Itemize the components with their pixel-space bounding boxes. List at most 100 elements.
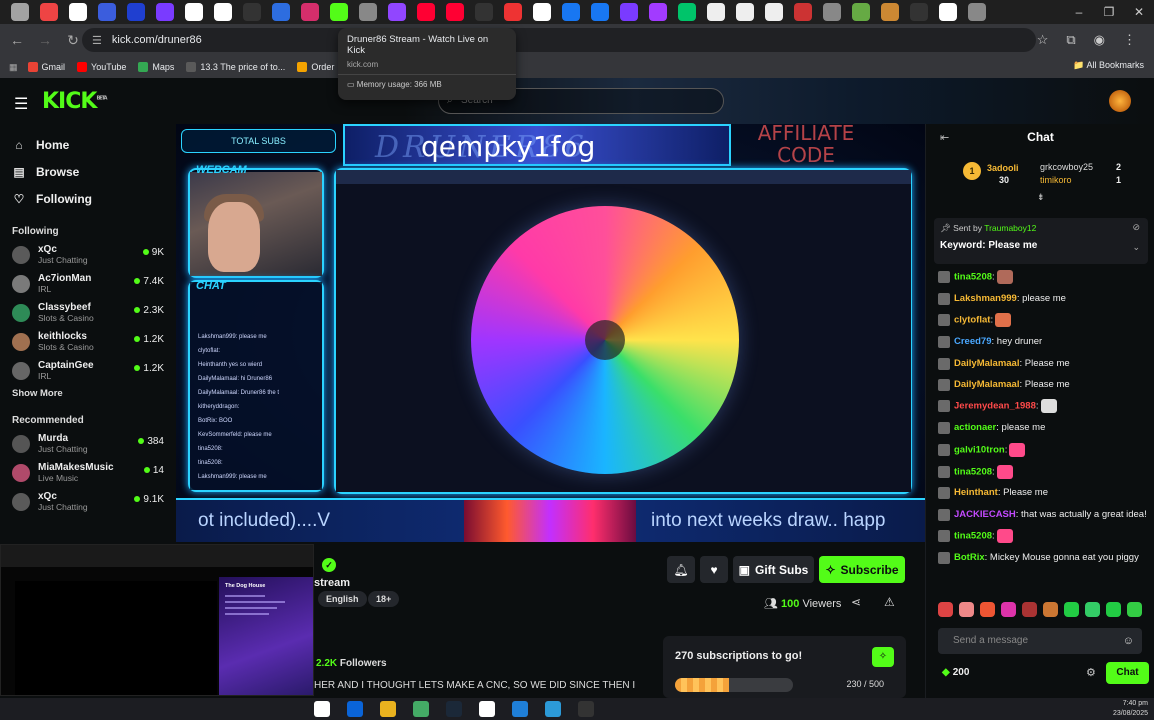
chat-username[interactable]: DailyMalamaal [954,358,1019,369]
kick-logo[interactable]: KICKBETA [42,89,108,114]
sidebar-channel-item[interactable]: CaptainGee IRL 1.2K [0,357,176,386]
nav-following[interactable]: ♡ Following [0,185,176,212]
hide-banner-icon[interactable]: ⊘ [1132,222,1140,233]
browser-tab[interactable] [388,3,406,21]
quick-emote-icon[interactable] [959,602,974,617]
browser-tab[interactable] [678,3,696,21]
site-info-icon[interactable]: ☰ [92,34,102,47]
browser-tab[interactable] [736,3,754,21]
menu-icon[interactable]: ⋮ [1123,32,1136,48]
browser-tab[interactable] [475,3,493,21]
sidebar-channel-item[interactable]: Ac7ionMan IRL 7.4K [0,270,176,299]
bookmark-item[interactable]: 13.3 The price of to... [186,62,285,72]
browser-tab[interactable] [504,3,522,21]
subscribe-button[interactable]: ✧ Subscribe [819,556,905,583]
browser-tab[interactable] [562,3,580,21]
chat-username[interactable]: tina5208 [954,531,992,542]
chat-username[interactable]: Lakshman999 [954,293,1017,304]
taskbar-app-icon[interactable] [347,701,363,717]
browser-tab[interactable] [98,3,116,21]
picture-in-picture-window[interactable]: The Dog House [0,544,314,696]
browser-tab[interactable] [156,3,174,21]
close-window-button[interactable]: ✕ [1124,0,1154,24]
extensions-icon[interactable]: ⧉ [1066,32,1075,48]
sidebar-channel-item[interactable]: keithlocks Slots & Casino 1.2K [0,328,176,357]
browser-tab[interactable] [649,3,667,21]
browser-tab[interactable] [11,3,29,21]
emoji-picker-icon[interactable]: ☺ [1123,628,1134,654]
bookmark-star-icon[interactable]: ☆ [1037,32,1049,48]
quick-emote-icon[interactable] [980,602,995,617]
profile-icon[interactable]: ◉ [1094,32,1105,48]
forward-icon[interactable]: → [34,29,56,51]
chat-username[interactable]: actionaer [954,422,996,433]
maximize-button[interactable]: ❐ [1094,0,1124,24]
quick-emote-icon[interactable] [1064,602,1079,617]
browser-tab[interactable] [243,3,261,21]
reload-icon[interactable]: ↻ [62,29,84,51]
browser-tab[interactable] [968,3,986,21]
browser-tab[interactable] [794,3,812,21]
taskbar-app-icon[interactable] [512,701,528,717]
quick-emote-icon[interactable] [1106,602,1121,617]
browser-tab[interactable] [417,3,435,21]
browser-tab[interactable] [446,3,464,21]
bookmark-item[interactable]: Gmail [27,62,65,72]
chat-settings-gear-icon[interactable]: ⚙ [1086,666,1096,679]
show-more-button[interactable]: Show More [0,388,176,399]
taskbar-app-icon[interactable] [413,701,429,717]
send-chat-button[interactable]: Chat [1106,662,1149,684]
quick-emote-icon[interactable] [1043,602,1058,617]
quick-emote-icon[interactable] [938,602,953,617]
all-bookmarks[interactable]: 📁 All Bookmarks [1073,60,1144,71]
browser-tab[interactable] [765,3,783,21]
chat-username[interactable]: Jeremydean_1988 [954,401,1036,412]
expand-leaderboard-icon[interactable]: ⇟ [1037,192,1045,203]
browser-tab[interactable] [359,3,377,21]
browser-tab[interactable] [185,3,203,21]
browser-tab[interactable] [852,3,870,21]
hamburger-menu-icon[interactable]: ☰ [14,94,28,114]
browser-tab[interactable] [620,3,638,21]
bookmark-item[interactable]: Maps [138,62,174,72]
share-icon[interactable]: ⋖ [851,595,861,609]
quick-emote-icon[interactable] [1022,602,1037,617]
nav-home[interactable]: ⌂ Home [0,131,176,158]
chat-username[interactable]: DailyMalamaal [954,379,1019,390]
chat-username[interactable]: galvi10tron [954,444,1005,455]
chat-username[interactable]: JACKIECASH [954,509,1016,520]
chat-username[interactable]: tina5208 [954,466,992,477]
taskbar-app-icon[interactable] [446,701,462,717]
sidebar-channel-item[interactable]: MiaMakesMusic Live Music 14 [0,459,176,488]
browser-tab[interactable] [823,3,841,21]
chat-username[interactable]: BotRix [954,552,985,563]
browser-tab[interactable] [881,3,899,21]
bookmark-item[interactable]: YouTube [77,62,126,72]
nav-browse[interactable]: ▤ Browse [0,158,176,185]
taskbar-app-icon[interactable] [380,701,396,717]
follow-heart-icon[interactable]: ♥ [700,556,728,583]
chat-username[interactable]: Creed79 [954,336,992,347]
video-player[interactable]: TOTAL SUBS DRUNER86 qempky1fog AFFILIATE… [176,124,925,542]
browser-tab[interactable] [939,3,957,21]
taskbar-app-icon[interactable] [479,701,495,717]
taskbar-app-icon[interactable] [545,701,561,717]
quick-emote-icon[interactable] [1001,602,1016,617]
report-warning-icon[interactable]: ⚠ [884,595,895,609]
quick-emote-icon[interactable] [1085,602,1100,617]
leader-name[interactable]: grkcowboy25 [1040,162,1093,172]
sub-goal-action-button[interactable]: ✧ [872,647,894,667]
browser-tab[interactable] [591,3,609,21]
user-avatar[interactable] [1109,90,1131,112]
channel-points[interactable]: ◆ 200 [942,667,969,678]
browser-tab[interactable] [330,3,348,21]
tag-language[interactable]: English [318,591,367,607]
send-message-input[interactable]: Send a message ☺ [938,628,1142,654]
chat-username[interactable]: clytoflat [954,315,990,326]
leader-name[interactable]: 3adooli [987,163,1019,173]
sidebar-channel-item[interactable]: Murda Just Chatting 384 [0,430,176,459]
browser-tab[interactable] [272,3,290,21]
apps-grid-icon[interactable]: ▦ [9,62,18,73]
browser-tab[interactable] [214,3,232,21]
chat-username[interactable]: tina5208 [954,272,992,283]
